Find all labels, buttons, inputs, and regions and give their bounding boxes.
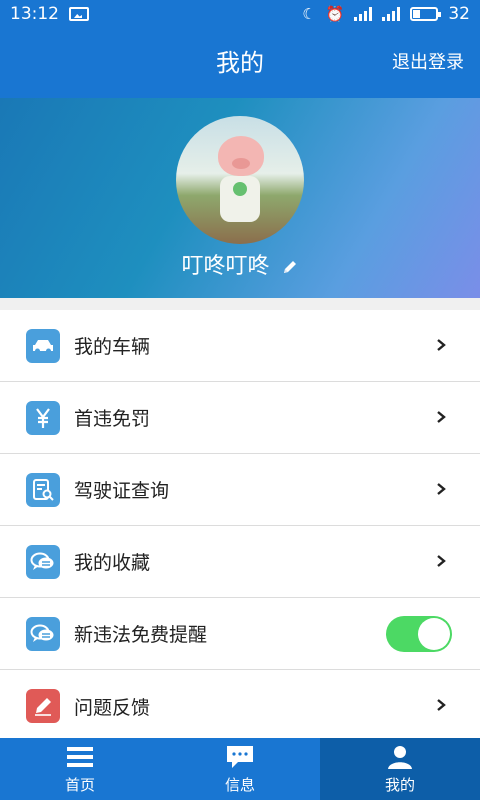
signal-4g-icon [354, 7, 373, 21]
menu-item-label: 我的车辆 [74, 336, 151, 358]
menu-item-label: 问题反馈 [74, 696, 151, 719]
status-bar: 13:12 ☾ ⏰ 32 [0, 0, 480, 28]
battery-level: 32 [448, 4, 470, 24]
chevron-right-icon [437, 339, 446, 351]
tab-messages[interactable]: 信息 [160, 738, 320, 800]
app-bar: 我的 退出登录 [0, 28, 480, 98]
settings-menu: 我的车辆 首违免罚 驾驶证查询 我的收藏 新违法免费提醒 问题反馈 [0, 310, 480, 742]
reminder-toggle[interactable] [386, 616, 452, 652]
menu-item-label: 我的收藏 [74, 552, 151, 574]
chat-bubbles-icon [26, 616, 60, 651]
logout-button[interactable]: 退出登录 [392, 28, 464, 98]
menu-item-my-favorites[interactable]: 我的收藏 [0, 526, 480, 598]
nickname: 叮咚叮咚 [181, 254, 270, 279]
nickname-row[interactable]: 叮咚叮咚 [0, 248, 480, 280]
menu-icon [67, 746, 93, 767]
chevron-right-icon [437, 483, 446, 495]
tab-home[interactable]: 首页 [0, 738, 160, 800]
yen-icon [26, 400, 60, 435]
avatar-pig-head [218, 136, 264, 176]
chevron-right-icon [437, 699, 446, 711]
chevron-right-icon [437, 555, 446, 567]
message-icon [227, 745, 253, 768]
moon-icon: ☾ [302, 5, 316, 23]
tab-label: 我的 [384, 775, 415, 794]
menu-item-license-query[interactable]: 驾驶证查询 [0, 454, 480, 526]
battery-icon [410, 7, 442, 21]
avatar-pig-leaf [233, 182, 247, 196]
menu-item-label: 驾驶证查询 [74, 480, 170, 502]
avatar-pig-nose [232, 158, 250, 169]
profile-header: 叮咚叮咚 [0, 98, 480, 298]
user-icon [388, 745, 412, 769]
avatar[interactable] [176, 116, 304, 244]
chevron-right-icon [437, 411, 446, 423]
license-search-icon [26, 472, 60, 507]
tab-label: 信息 [224, 775, 255, 794]
menu-item-feedback[interactable]: 问题反馈 [0, 670, 480, 742]
edit-pencil-icon[interactable] [281, 258, 299, 276]
pencil-icon [26, 689, 60, 723]
status-right: ☾ ⏰ 32 [302, 4, 470, 24]
car-icon [26, 328, 60, 363]
menu-item-my-vehicles[interactable]: 我的车辆 [0, 310, 480, 382]
bottom-tab-bar: 首页 信息 我的 [0, 738, 480, 800]
image-notification-icon [69, 7, 89, 21]
menu-item-label: 新违法免费提醒 [74, 624, 208, 646]
signal-icon [382, 7, 401, 21]
menu-item-violation-reminder: 新违法免费提醒 [0, 598, 480, 670]
status-time: 13:12 [10, 4, 59, 24]
toggle-knob [418, 618, 450, 650]
alarm-icon: ⏰ [325, 5, 345, 23]
menu-item-label: 首违免罚 [74, 408, 151, 430]
menu-item-first-offense-waiver[interactable]: 首违免罚 [0, 382, 480, 454]
tab-label: 首页 [64, 775, 95, 794]
chat-bubbles-icon [26, 544, 60, 579]
tab-mine[interactable]: 我的 [320, 738, 480, 800]
